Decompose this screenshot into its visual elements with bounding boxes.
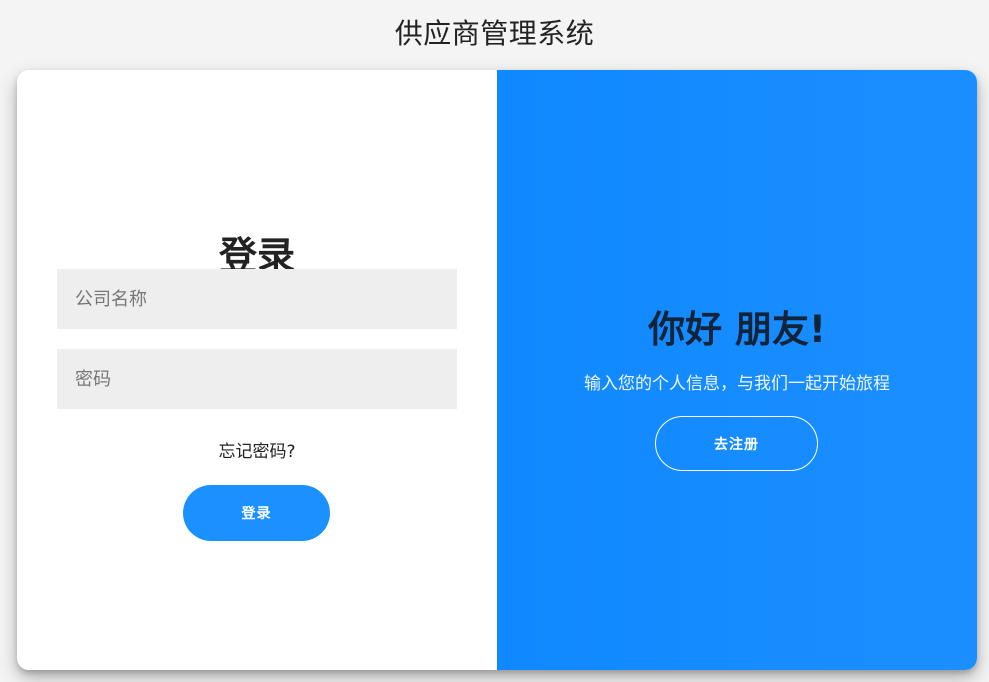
register-message: 输入您的个人信息，与我们一起开始旅程 <box>584 374 890 394</box>
password-input[interactable] <box>57 349 457 409</box>
page-title: 供应商管理系统 <box>394 17 595 50</box>
greeting-heading: 你好 朋友! <box>648 307 826 351</box>
auth-card: 登录 忘记密码? 登录 你好 朋友! 输入您的个人信息，与我们一起开始旅程 去注… <box>17 70 977 670</box>
company-name-input[interactable] <box>57 269 457 329</box>
forgot-password-link[interactable]: 忘记密码? <box>17 440 497 464</box>
login-button[interactable]: 登录 <box>183 485 330 541</box>
register-button[interactable]: 去注册 <box>655 416 818 471</box>
login-panel: 登录 忘记密码? 登录 <box>17 70 497 670</box>
register-panel: 你好 朋友! 输入您的个人信息，与我们一起开始旅程 去注册 <box>497 70 977 670</box>
